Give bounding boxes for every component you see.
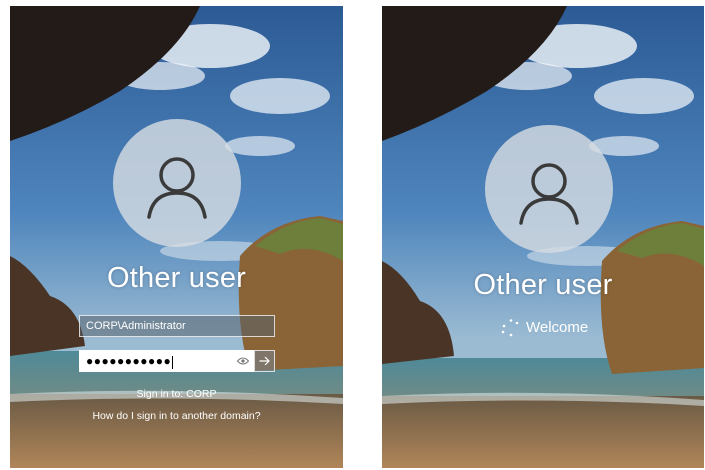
welcome-screen: Other user Welcome (382, 6, 704, 468)
user-avatar (485, 125, 613, 253)
submit-button[interactable] (254, 350, 275, 372)
user-avatar (113, 119, 241, 247)
text-caret (172, 355, 174, 369)
username-value: CORP\Administrator (86, 320, 186, 332)
other-domain-link[interactable]: How do I sign in to another domain? (10, 410, 343, 422)
password-field[interactable]: ●●●●●●●●●●● (79, 350, 254, 372)
username-field[interactable]: CORP\Administrator (79, 315, 275, 337)
user-display-name: Other user (473, 269, 613, 301)
eye-icon[interactable] (237, 356, 249, 366)
password-masked-value: ●●●●●●●●●●● (86, 354, 172, 368)
welcome-text: Welcome (526, 318, 589, 336)
arrow-right-icon (259, 356, 270, 366)
sign-in-screen: Other user CORP\Administrator ●●●●●●●●●●… (10, 6, 343, 468)
sign-in-domain-text: Sign in to: CORP (136, 388, 217, 400)
welcome-status: Welcome (500, 318, 588, 338)
person-icon (519, 163, 579, 225)
person-icon (147, 157, 207, 219)
user-display-name: Other user (107, 262, 246, 294)
spinner-icon (501, 319, 519, 337)
